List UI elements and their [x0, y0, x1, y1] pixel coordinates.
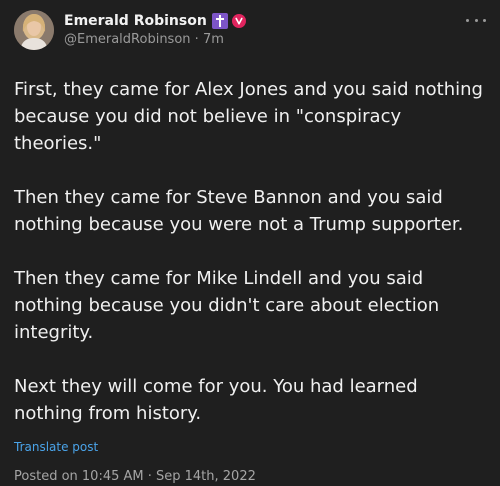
avatar-image: [14, 10, 54, 50]
cross-icon: [211, 13, 228, 29]
verified-icon: [231, 14, 246, 28]
meta-separator: ·: [194, 32, 199, 47]
author-name[interactable]: Emerald Robinson: [64, 12, 207, 30]
post-header: Emerald Robinson @EmeraldRobinson · 7m: [14, 10, 486, 60]
more-dot-icon: [466, 18, 469, 22]
more-options-button[interactable]: [466, 14, 486, 26]
more-dot-icon: [474, 18, 478, 22]
post-paragraph: Then they came for Steve Bannon and you …: [14, 187, 464, 235]
name-row: Emerald Robinson: [64, 12, 246, 30]
post-paragraph: Then they came for Mike Lindell and you …: [14, 268, 440, 343]
author-info: Emerald Robinson @EmeraldRobinson · 7m: [64, 10, 246, 48]
translate-post-link[interactable]: Translate post: [14, 439, 486, 455]
post-paragraph: Next they will come for you. You had lea…: [14, 376, 418, 424]
time-ago[interactable]: 7m: [203, 32, 224, 47]
post-card: Emerald Robinson @EmeraldRobinson · 7m F…: [0, 0, 500, 484]
more-dot-icon: [483, 18, 486, 22]
meta-row: @EmeraldRobinson · 7m: [64, 31, 246, 48]
post-content: First, they came for Alex Jones and you …: [14, 76, 486, 427]
avatar[interactable]: [14, 10, 54, 50]
post-paragraph: First, they came for Alex Jones and you …: [14, 79, 483, 154]
author-handle[interactable]: @EmeraldRobinson: [64, 32, 191, 47]
